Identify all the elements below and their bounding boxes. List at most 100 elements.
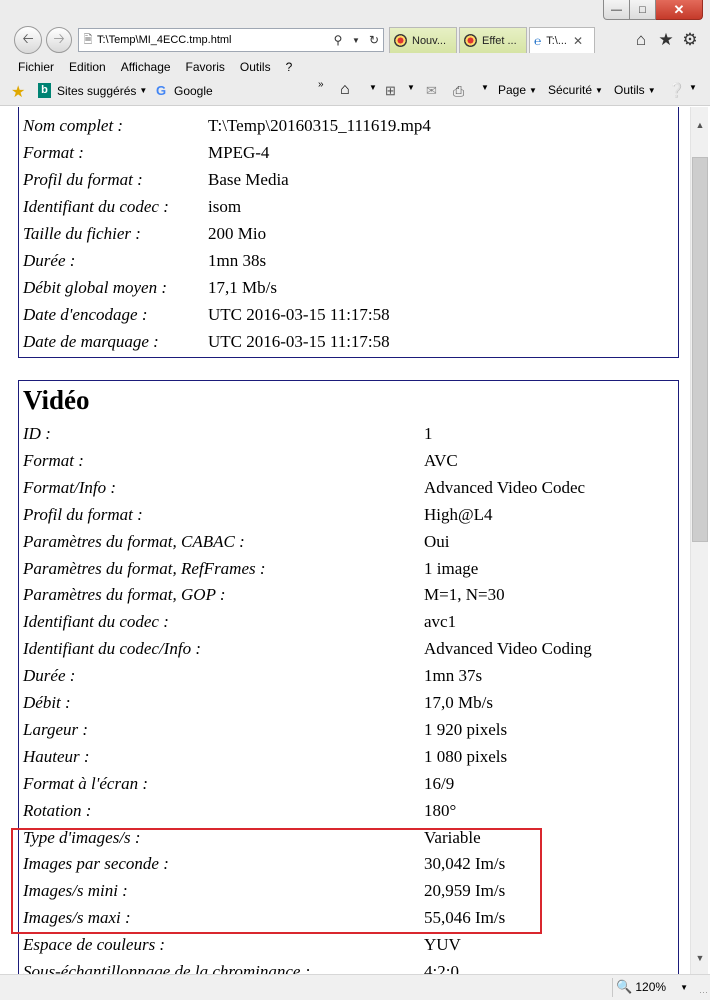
field-value: 1 080 pixels	[424, 746, 508, 766]
field-label: Durée :	[23, 666, 76, 686]
gear-icon[interactable]: ⚙	[679, 29, 701, 51]
field-label: Nom complet :	[23, 116, 124, 135]
field-value: 180°	[424, 800, 457, 820]
field-label: Identifiant du codec/Info :	[23, 639, 201, 659]
security-menu-label: Sécurité	[548, 83, 593, 97]
menu-bar: Fichier Edition Affichage Favoris Outils…	[0, 56, 710, 78]
field-label: Date d'encodage :	[23, 305, 148, 324]
field-value: 1 image	[424, 558, 479, 578]
tab-active[interactable]: ℮ T:\... ✕	[529, 27, 595, 53]
search-icon[interactable]: ⚲	[329, 33, 347, 47]
field-value: M=1, N=30	[424, 585, 505, 605]
dropdown-caret-icon[interactable]: ▼	[347, 36, 365, 45]
field-value: T:\Temp\20160315_111619.mp4	[208, 116, 431, 135]
field-value: UTC 2016-03-15 11:17:58	[208, 305, 390, 324]
print-icon[interactable]: ⎙	[453, 83, 464, 100]
field-value: Base Media	[208, 170, 289, 189]
chevron-down-icon[interactable]: ▼	[404, 83, 415, 92]
address-bar[interactable]: 🗎 T:\Temp\MI_4ECC.tmp.html ⚲ ▼ ↻	[78, 28, 384, 52]
suggested-sites-button[interactable]: b Sites suggérés ▼	[38, 83, 147, 98]
field-value: 30,042 Im/s	[424, 854, 506, 874]
feeds-icon[interactable]: ⊞	[385, 83, 396, 99]
scroll-up-arrow-icon[interactable]: ▲	[691, 116, 709, 133]
field-label: Profil du format :	[23, 504, 143, 524]
field-label: Images par seconde :	[23, 854, 169, 874]
field-value: Oui	[424, 531, 450, 551]
bing-icon: b	[38, 83, 51, 98]
home-icon[interactable]: ⌂	[340, 81, 350, 99]
field-label: Rotation :	[23, 800, 92, 820]
field-value: YUV	[424, 935, 461, 955]
zoom-control[interactable]: 🔍 120% ▼	[616, 979, 688, 995]
arrow-left-icon: 🡠	[22, 30, 34, 46]
field-value: 1mn 37s	[424, 666, 483, 686]
chevron-down-icon[interactable]: ▼	[478, 83, 489, 92]
field-value: avc1	[424, 612, 457, 632]
field-label: Débit :	[23, 693, 71, 712]
mail-icon[interactable]: ✉	[426, 83, 437, 99]
chevron-down-icon: ▼	[139, 86, 148, 95]
field-value: UTC 2016-03-15 11:17:58	[208, 332, 390, 351]
field-value: isom	[208, 197, 242, 216]
field-label: ID :	[23, 424, 51, 443]
scroll-down-arrow-icon[interactable]: ▼	[691, 949, 709, 966]
field-value: 17,0 Mb/s	[424, 693, 493, 712]
close-window-button[interactable]: ✕	[656, 0, 703, 20]
field-label: Paramètres du format, GOP :	[23, 585, 226, 605]
forward-button[interactable]: 🡢	[46, 27, 72, 53]
field-label: Identifiant du codec :	[23, 197, 169, 216]
scroll-thumb[interactable]	[692, 157, 708, 542]
home-icon[interactable]: ⌂	[630, 29, 652, 51]
chevron-down-icon: ▼	[647, 85, 656, 95]
maximize-button[interactable]: □	[630, 0, 656, 20]
tab-label: Effet ...	[482, 34, 517, 47]
field-value: Variable	[424, 827, 481, 847]
help-icon[interactable]: ❔	[668, 82, 685, 99]
field-label: Durée :	[23, 251, 76, 270]
menu-edition[interactable]: Edition	[69, 60, 106, 74]
command-bar: ★ b Sites suggérés ▼ G Google » ⌂ ▼ ⊞ ▼ …	[0, 79, 710, 103]
field-value: High@L4	[424, 504, 493, 524]
page-menu-button[interactable]: Page ▼	[498, 83, 537, 97]
field-value: AVC	[424, 450, 458, 470]
tools-menu-button[interactable]: Outils ▼	[614, 83, 656, 97]
video-info-box: Vidéo ID : 1 Format : AVC Format/Info : Advan…	[18, 380, 679, 974]
menu-help[interactable]: ?	[286, 60, 293, 74]
menu-favoris[interactable]: Favoris	[186, 60, 225, 74]
tab-favicon-icon	[394, 34, 407, 47]
favorites-add-icon[interactable]: ★	[11, 82, 25, 102]
minimize-button[interactable]: —	[603, 0, 630, 20]
tab-nouv[interactable]: Nouv...	[389, 27, 457, 53]
page-menu-label: Page	[498, 83, 527, 97]
tab-effet[interactable]: Effet ...	[459, 27, 527, 53]
field-label: Profil du format :	[23, 170, 143, 189]
menu-fichier[interactable]: Fichier	[18, 60, 54, 74]
field-label: Hauteur :	[23, 746, 90, 766]
arrow-right-icon: 🡢	[53, 30, 65, 46]
security-menu-button[interactable]: Sécurité ▼	[548, 83, 603, 97]
chevron-down-icon: ▼	[529, 85, 537, 95]
field-value: 1 920 pixels	[424, 719, 508, 739]
refresh-icon[interactable]: ↻	[365, 33, 383, 47]
chevron-down-icon: ▼	[680, 982, 688, 992]
back-button[interactable]: 🡠	[14, 26, 42, 54]
resize-grip-icon[interactable]: ⋯	[699, 987, 708, 998]
suggested-sites-label: Sites suggérés	[57, 83, 137, 98]
address-text[interactable]: T:\Temp\MI_4ECC.tmp.html	[97, 34, 329, 46]
field-value: Advanced Video Codec	[424, 477, 586, 497]
field-label: Sous-échantillonnage de la chrominance :	[23, 962, 311, 974]
google-link[interactable]: G Google	[156, 83, 213, 98]
menu-outils[interactable]: Outils	[240, 60, 271, 74]
tab-label: Nouv...	[412, 34, 447, 47]
menu-affichage[interactable]: Affichage	[121, 60, 171, 74]
chevron-down-icon[interactable]: ▼	[686, 83, 697, 92]
favorites-star-icon[interactable]: ★	[655, 29, 677, 51]
chevron-down-icon[interactable]: ▼	[366, 83, 377, 92]
zoom-icon: 🔍	[616, 979, 633, 994]
field-label: Paramètres du format, RefFrames :	[23, 558, 266, 578]
more-chevrons-icon[interactable]: »	[318, 79, 324, 90]
close-tab-icon[interactable]: ✕	[573, 34, 583, 48]
field-value: 16/9	[424, 773, 455, 793]
vertical-scrollbar[interactable]: ▲ ▼	[690, 107, 708, 974]
field-label: Format :	[23, 143, 84, 162]
